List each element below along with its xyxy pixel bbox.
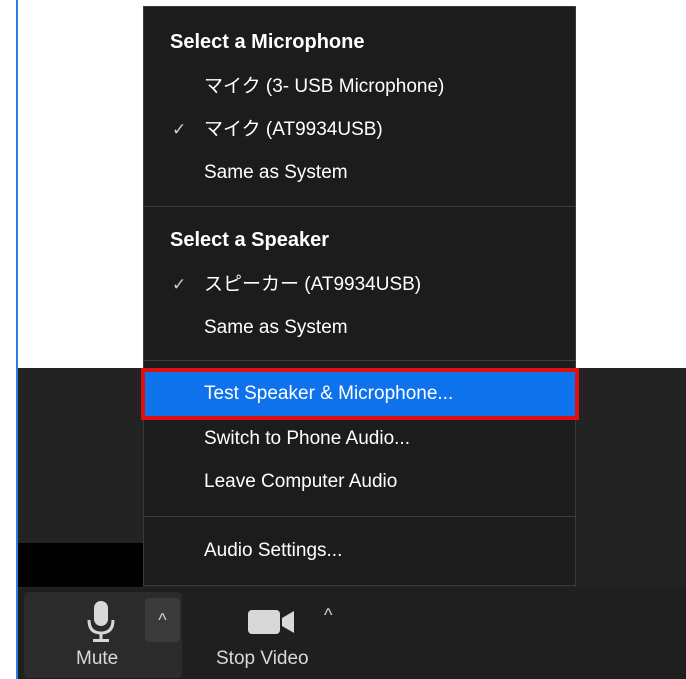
video-thumbnail	[18, 543, 143, 587]
chevron-up-icon: ^	[158, 610, 167, 630]
video-camera-icon[interactable]	[247, 608, 295, 636]
speaker-option-label: スピーカー (AT9934USB)	[204, 274, 422, 295]
speaker-option-at9934[interactable]: ✓ スピーカー (AT9934USB)	[144, 267, 575, 303]
switch-to-phone-audio[interactable]: Switch to Phone Audio...	[144, 421, 575, 457]
annotation-highlight-box	[141, 368, 579, 420]
microphone-option-label: マイク (AT9934USB)	[204, 119, 383, 140]
left-window-edge	[0, 0, 18, 679]
video-options-chevron-up-icon[interactable]: ^	[324, 605, 332, 626]
menu-divider	[144, 206, 575, 207]
leave-computer-audio-label: Leave Computer Audio	[204, 471, 398, 492]
switch-to-phone-audio-label: Switch to Phone Audio...	[204, 428, 410, 449]
check-icon: ✓	[172, 275, 187, 294]
audio-options-caret-button[interactable]: ^	[145, 598, 180, 642]
microphone-option-same-as-system[interactable]: Same as System	[144, 155, 575, 191]
stop-video-label: Stop Video	[216, 648, 309, 669]
microphone-option-label: マイク (3- USB Microphone)	[204, 76, 445, 97]
check-icon: ✓	[172, 120, 187, 139]
speaker-section-header: Select a Speaker	[170, 229, 329, 251]
mute-label: Mute	[76, 648, 119, 669]
menu-divider	[144, 360, 575, 361]
microphone-icon	[87, 601, 115, 642]
audio-settings[interactable]: Audio Settings...	[144, 533, 575, 569]
audio-menu: Select a Microphone マイク (3- USB Micropho…	[143, 6, 576, 586]
speaker-option-label: Same as System	[204, 317, 348, 338]
microphone-option-label: Same as System	[204, 162, 348, 183]
microphone-option-usb[interactable]: マイク (3- USB Microphone)	[144, 69, 575, 105]
speaker-option-same-as-system[interactable]: Same as System	[144, 310, 575, 346]
leave-computer-audio[interactable]: Leave Computer Audio	[144, 464, 575, 500]
audio-settings-label: Audio Settings...	[204, 540, 343, 561]
microphone-option-at9934[interactable]: ✓ マイク (AT9934USB)	[144, 112, 575, 148]
menu-divider	[144, 516, 575, 517]
microphone-section-header: Select a Microphone	[170, 31, 365, 53]
